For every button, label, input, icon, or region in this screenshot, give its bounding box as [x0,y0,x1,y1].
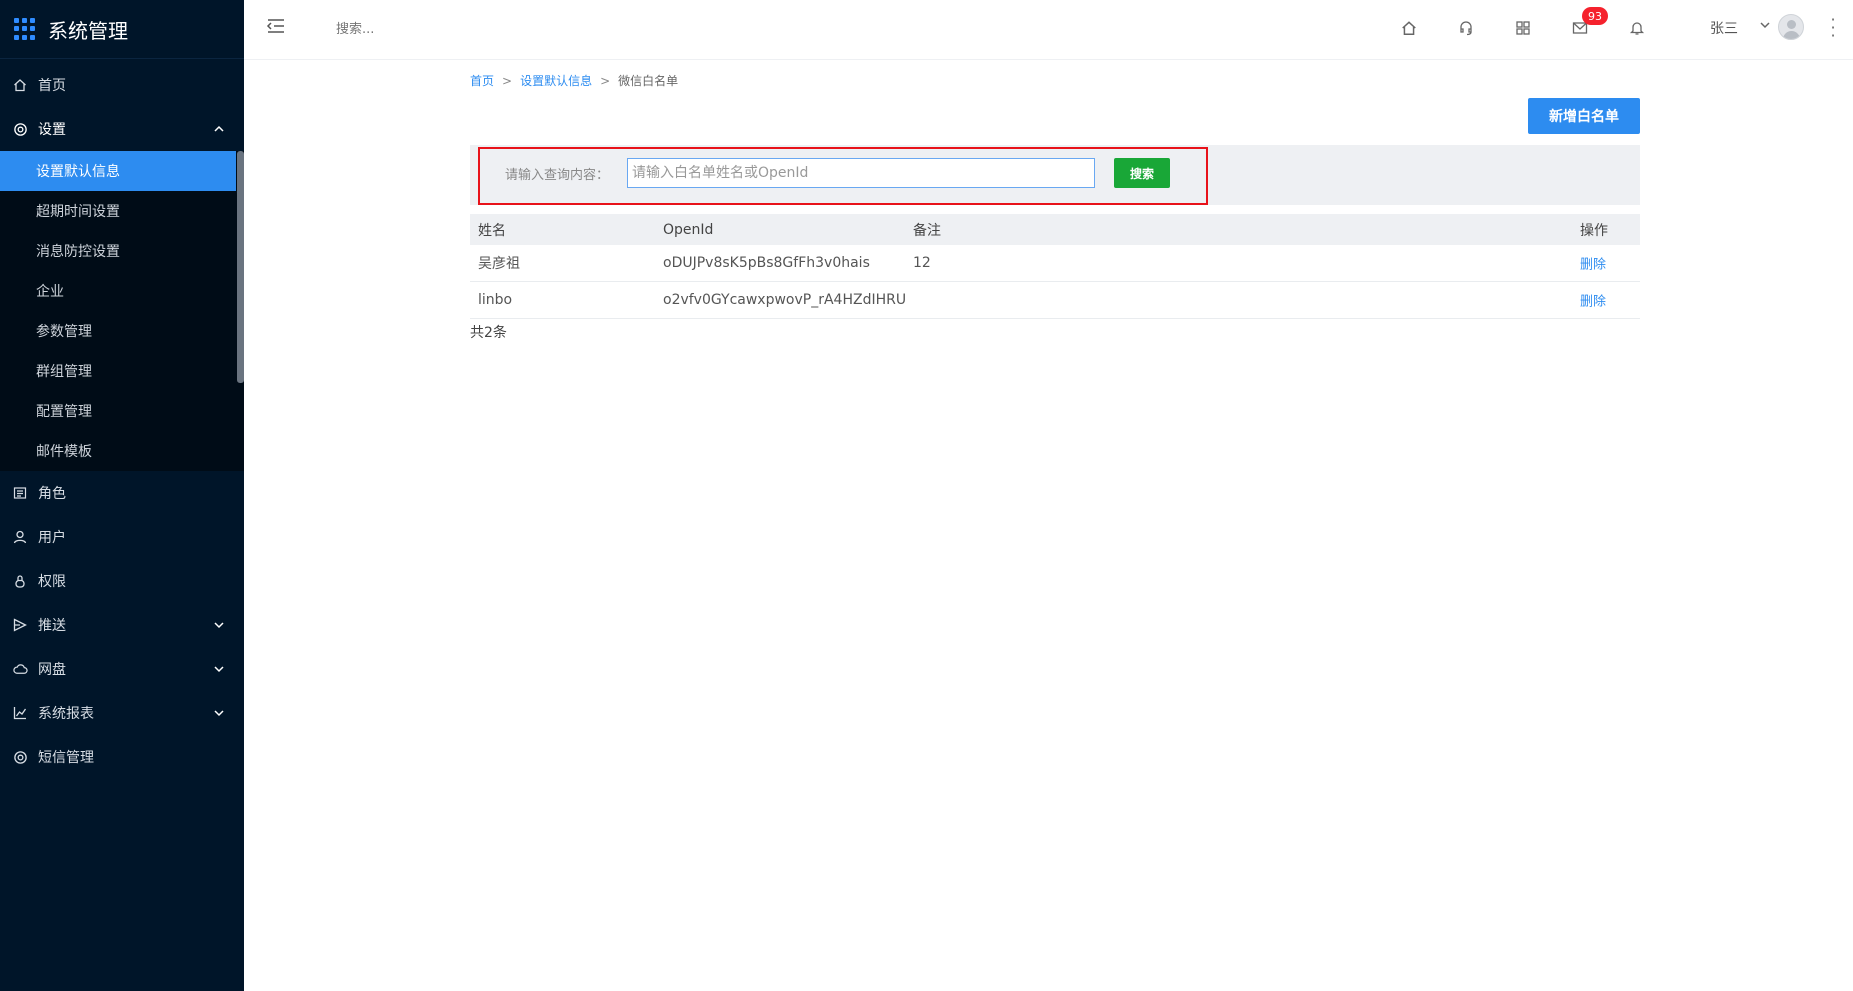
table-row: 吴彦祖 oDUJPv8sK5pBs8GfFh3v0hais 12 删除 [470,245,1640,282]
whitelist-table: 姓名 OpenId 备注 操作 吴彦祖 oDUJPv8sK5pBs8GfFh3v… [470,214,1640,319]
sidebar-item-label: 设置 [38,122,66,138]
chevron-up-icon [214,122,224,136]
cell-openid: o2vfv0GYcawxpwovP_rA4HZdIHRU [663,292,907,308]
sidebar-item-label: 用户 [38,530,66,546]
sidebar-item-label: 角色 [38,486,66,502]
brand: 系统管理 [0,0,244,59]
lock-icon [12,573,28,589]
sidebar-scrollbar[interactable] [237,151,244,383]
breadcrumb-current: 微信白名单 [618,74,679,88]
add-whitelist-button[interactable]: 新增白名单 [1528,98,1640,134]
sidebar-item-label: 首页 [38,78,66,94]
table-row: linbo o2vfv0GYcawxpwovP_rA4HZdIHRU 删除 [470,282,1640,319]
sidebar-item-sms[interactable]: 短信管理 [0,735,244,779]
user-icon [12,529,28,545]
sidebar-item-enterprise[interactable]: 企业 [0,271,244,311]
home-icon[interactable] [1399,18,1419,38]
mail-badge: 93 [1582,7,1608,25]
delete-link[interactable]: 删除 [1580,254,1606,273]
cell-name: 吴彦祖 [478,256,520,272]
home-icon [12,77,28,93]
sidebar-item-default-info[interactable]: 设置默认信息 [0,151,236,191]
breadcrumb: 首页 > 设置默认信息 > 微信白名单 [470,72,678,89]
sidebar-item-message-control[interactable]: 消息防控设置 [0,231,244,271]
chevron-down-icon[interactable] [1760,19,1770,32]
query-label: 请输入查询内容： [505,168,610,183]
cell-remark: 12 [913,255,931,271]
column-header-remark: 备注 [913,222,941,239]
sidebar-item-groups[interactable]: 群组管理 [0,351,244,391]
chevron-down-icon [214,662,224,676]
top-header: 93 张三 ··· [244,0,1853,60]
sidebar-item-push[interactable]: 推送 [0,603,244,647]
sidebar-item-config[interactable]: 配置管理 [0,391,244,431]
sidebar: 系统管理 首页 设置 设置默认信息 超期时间设置 消息防控设置 企业 参数管理 … [0,0,244,991]
top-search-input[interactable] [336,17,576,41]
table-header: 姓名 OpenId 备注 操作 [470,214,1640,245]
username[interactable]: 张三 [1710,18,1738,38]
sidebar-item-home[interactable]: 首页 [0,63,244,107]
sidebar-item-label: 权限 [38,574,66,590]
whitelist-search-input[interactable] [627,158,1095,188]
sidebar-item-params[interactable]: 参数管理 [0,311,244,351]
gear-icon [12,749,28,765]
chevron-down-icon [214,706,224,720]
breadcrumb-separator: > [502,73,513,88]
apps-icon[interactable] [1513,18,1533,38]
cell-name: linbo [478,292,513,308]
sidebar-item-reports[interactable]: 系统报表 [0,691,244,735]
column-header-openid: OpenId [663,221,714,238]
column-header-name: 姓名 [478,222,506,239]
app-title: 系统管理 [48,18,128,43]
query-bar: 请输入查询内容： 搜索 [470,145,1640,205]
breadcrumb-home[interactable]: 首页 [470,72,494,89]
sidebar-item-permissions[interactable]: 权限 [0,559,244,603]
search-button[interactable]: 搜索 [1114,158,1170,188]
menu-toggle-icon[interactable] [266,17,286,37]
cloud-icon [12,661,28,677]
sidebar-item-mail-templates[interactable]: 邮件模板 [0,431,244,471]
sidebar-item-label: 推送 [38,618,66,634]
role-icon [12,485,28,501]
chart-icon [12,705,28,721]
sidebar-item-timeout-settings[interactable]: 超期时间设置 [0,191,244,231]
column-header-action: 操作 [1580,222,1608,239]
more-vertical-icon[interactable]: · · · [1830,12,1836,44]
sidebar-item-roles[interactable]: 角色 [0,471,244,515]
headset-icon[interactable] [1456,18,1476,38]
bell-icon[interactable] [1627,18,1647,38]
breadcrumb-separator: > [600,73,611,88]
total-count: 共2条 [470,325,507,341]
apps-grid-icon [14,18,36,40]
send-icon [12,617,28,633]
sidebar-item-settings[interactable]: 设置 [0,107,244,151]
sidebar-item-label: 短信管理 [38,750,94,766]
settings-submenu: 设置默认信息 超期时间设置 消息防控设置 企业 参数管理 群组管理 配置管理 邮… [0,151,244,471]
chevron-down-icon [214,618,224,632]
sidebar-item-netdisk[interactable]: 网盘 [0,647,244,691]
gear-icon [12,121,28,137]
avatar[interactable] [1778,14,1804,40]
sidebar-item-label: 网盘 [38,662,66,678]
sidebar-item-users[interactable]: 用户 [0,515,244,559]
delete-link[interactable]: 删除 [1580,291,1606,310]
cell-openid: oDUJPv8sK5pBs8GfFh3v0hais [663,255,870,271]
breadcrumb-default-info[interactable]: 设置默认信息 [520,72,592,89]
sidebar-item-label: 系统报表 [38,706,94,722]
